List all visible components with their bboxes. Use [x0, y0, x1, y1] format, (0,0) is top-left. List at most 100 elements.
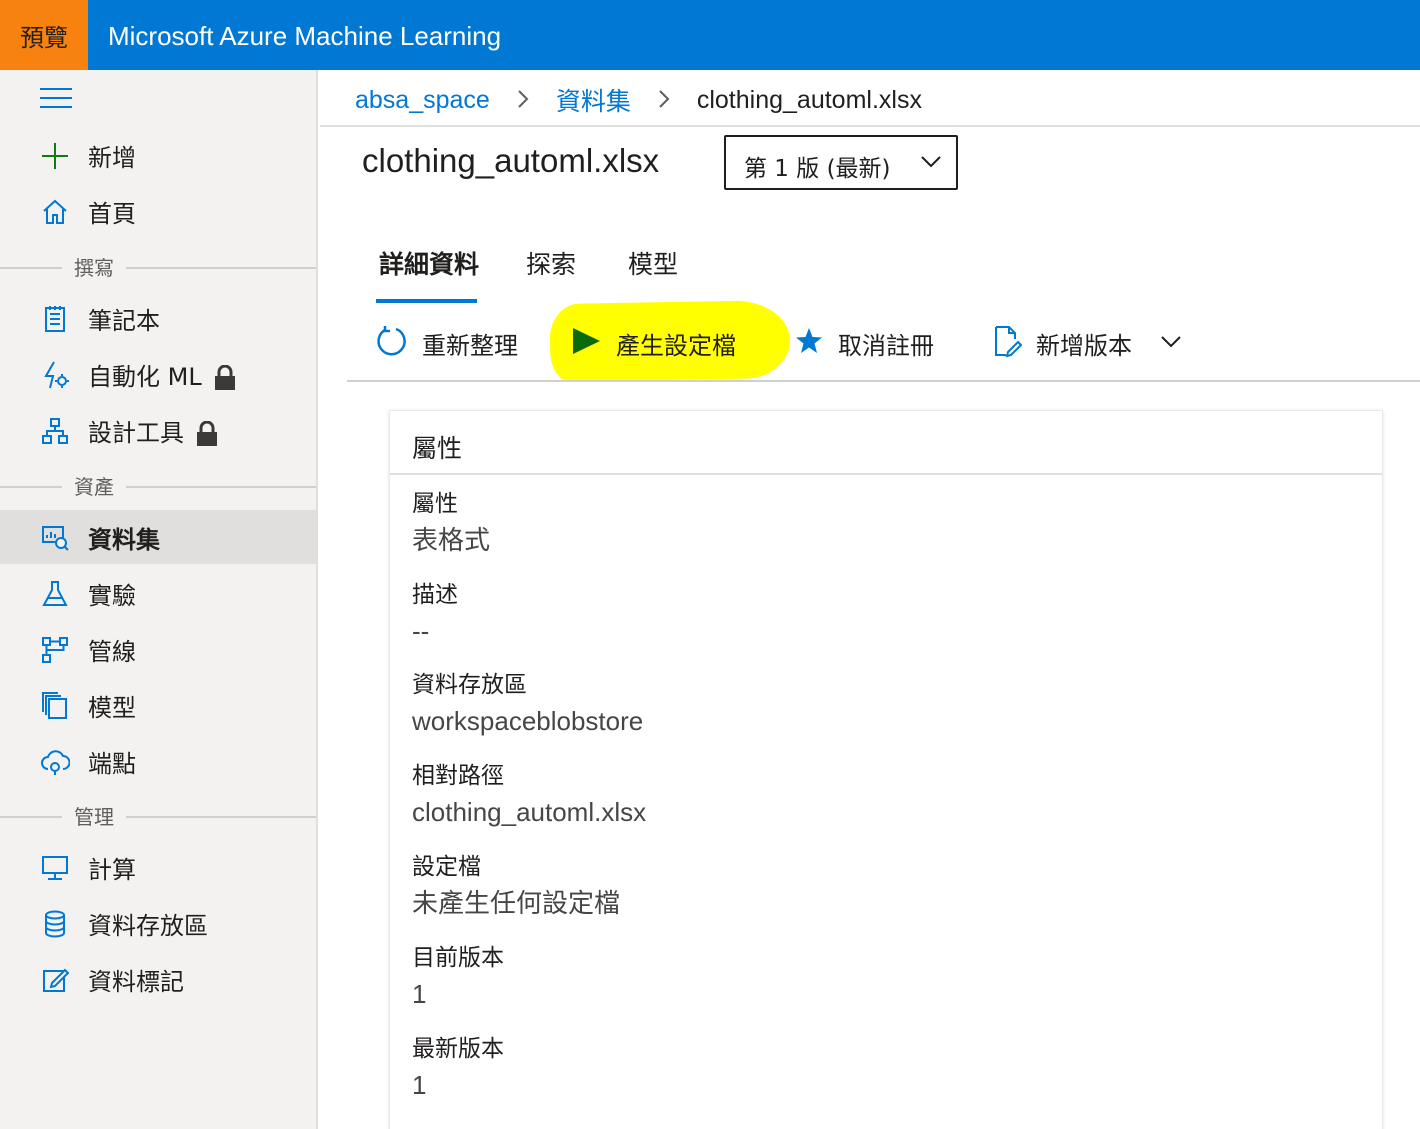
tab-details[interactable]: 詳細資料 — [379, 245, 479, 281]
edit-document-icon — [992, 325, 1023, 361]
section-authoring: 撰寫 — [0, 252, 316, 282]
sidebar-item-datastores[interactable]: 資料存放區 — [0, 896, 316, 950]
property-label: 最新版本 — [412, 1036, 504, 1062]
property-description: 描述 -- — [412, 578, 458, 650]
datastore-icon — [40, 909, 70, 939]
property-label: 目前版本 — [412, 945, 504, 971]
plus-icon — [40, 141, 70, 171]
card-header: 屬性 — [390, 411, 1382, 475]
sidebar-item-label: 端點 — [88, 749, 136, 778]
section-label: 管理 — [62, 801, 126, 830]
refresh-button[interactable]: 重新整理 — [376, 318, 518, 368]
lock-icon — [197, 420, 217, 446]
breadcrumb: absa_space 資料集 clothing_automl.xlsx — [355, 80, 922, 120]
property-datastore: 資料存放區 workspaceblobstore — [412, 668, 643, 740]
endpoint-icon — [40, 747, 70, 777]
property-value: 未產生任何設定檔 — [412, 888, 621, 918]
section-manage: 管理 — [0, 801, 316, 831]
property-value: clothing_automl.xlsx — [412, 797, 647, 827]
sidebar-item-automl[interactable]: 自動化 ML — [0, 347, 316, 401]
sidebar-item-label: 設計工具 — [88, 413, 218, 448]
property-profile: 設定檔 未產生任何設定檔 — [412, 850, 620, 922]
sidebar-item-label: 模型 — [88, 693, 136, 722]
sidebar-item-pipelines[interactable]: 管線 — [0, 622, 316, 676]
hamburger-icon[interactable] — [40, 88, 72, 110]
property-latest-version: 最新版本 1 — [412, 1032, 504, 1104]
section-label: 撰寫 — [62, 252, 126, 281]
sidebar-item-notebooks[interactable]: 筆記本 — [0, 291, 316, 345]
app-title[interactable]: Microsoft Azure Machine Learning — [108, 0, 501, 70]
tab-models[interactable]: 模型 — [628, 245, 678, 281]
chevron-down-icon — [920, 154, 942, 173]
chevron-right-icon — [516, 86, 530, 115]
version-dropdown-value: 第 1 版 (最新) — [744, 156, 891, 182]
unregister-button[interactable]: 取消註冊 — [794, 318, 934, 368]
sidebar-item-datasets[interactable]: 資料集 — [0, 510, 316, 564]
generate-profile-label: 產生設定檔 — [616, 331, 736, 360]
card-title: 屬性 — [412, 434, 463, 463]
refresh-label: 重新整理 — [422, 331, 518, 360]
labeling-icon — [40, 965, 70, 995]
generate-profile-button[interactable]: 產生設定檔 — [570, 318, 736, 368]
sidebar-item-label: 資料存放區 — [88, 911, 208, 940]
home-icon — [40, 197, 70, 227]
star-icon — [794, 326, 824, 360]
top-bar: 預覽 Microsoft Azure Machine Learning — [0, 0, 1420, 70]
automl-icon — [40, 360, 70, 390]
play-icon — [570, 325, 602, 361]
sidebar-item-endpoints[interactable]: 端點 — [0, 734, 316, 788]
tab-explore[interactable]: 探索 — [526, 245, 576, 281]
property-relative-path: 相對路徑 clothing_automl.xlsx — [412, 759, 646, 831]
toolbar: 重新整理 產生設定檔 取消註冊 新增版本 — [376, 318, 1420, 368]
version-dropdown[interactable]: 第 1 版 (最新) — [724, 135, 958, 190]
divider — [320, 125, 1420, 127]
sidebar-item-designer[interactable]: 設計工具 — [0, 403, 316, 457]
sidebar-item-label: 筆記本 — [88, 306, 160, 335]
model-icon — [40, 691, 70, 721]
sidebar-item-label: 實驗 — [88, 581, 136, 610]
new-version-button[interactable]: 新增版本 — [992, 318, 1182, 368]
breadcrumb-current: clothing_automl.xlsx — [696, 85, 922, 114]
sidebar-item-new[interactable]: 新增 — [0, 128, 316, 182]
property-value: 1 — [412, 979, 427, 1009]
property-label: 相對路徑 — [412, 763, 504, 789]
sidebar-item-labeling[interactable]: 資料標記 — [0, 952, 316, 1006]
property-label: 屬性 — [412, 491, 458, 517]
new-version-label: 新增版本 — [1036, 331, 1132, 360]
sidebar-item-label: 自動化 ML — [88, 357, 236, 392]
property-label: 設定檔 — [412, 854, 481, 880]
flask-icon — [40, 579, 70, 609]
sidebar-item-label: 資料集 — [88, 525, 160, 554]
property-label: 描述 — [412, 582, 458, 608]
sidebar: 新增 首頁 撰寫 筆記本 自動化 ML 設計工具 資產 資料集 實驗 管線 模型… — [0, 70, 318, 1129]
active-tab-indicator — [376, 299, 477, 303]
sidebar-item-compute[interactable]: 計算 — [0, 840, 316, 894]
divider — [347, 380, 1420, 382]
property-label: 資料存放區 — [412, 672, 527, 698]
refresh-icon — [376, 325, 408, 361]
chevron-down-icon — [1160, 334, 1182, 353]
property-value: 表格式 — [412, 525, 491, 555]
sidebar-item-label: 管線 — [88, 637, 136, 666]
page-title: clothing_automl.xlsx — [362, 142, 660, 179]
pipeline-icon — [40, 635, 70, 665]
preview-badge: 預覽 — [0, 0, 88, 70]
designer-icon — [40, 416, 70, 446]
breadcrumb-workspace-link[interactable]: absa_space — [355, 86, 490, 115]
property-value: workspaceblobstore — [412, 706, 644, 736]
breadcrumb-datasets-link[interactable]: 資料集 — [556, 82, 631, 118]
unregister-label: 取消註冊 — [838, 331, 934, 360]
sidebar-item-label: 新增 — [88, 143, 136, 172]
notebook-icon — [40, 304, 70, 334]
properties-card: 屬性 屬性 表格式 描述 -- 資料存放區 workspaceblobstore… — [389, 410, 1383, 1129]
sidebar-item-home[interactable]: 首頁 — [0, 184, 316, 238]
compute-icon — [40, 853, 70, 883]
sidebar-item-label: 首頁 — [88, 199, 136, 228]
chevron-right-icon — [657, 86, 671, 115]
sidebar-item-label: 計算 — [88, 855, 136, 884]
property-value: 1 — [412, 1070, 427, 1100]
dataset-icon — [40, 523, 70, 553]
sidebar-item-models[interactable]: 模型 — [0, 678, 316, 732]
lock-icon — [214, 364, 235, 390]
sidebar-item-experiments[interactable]: 實驗 — [0, 566, 316, 620]
